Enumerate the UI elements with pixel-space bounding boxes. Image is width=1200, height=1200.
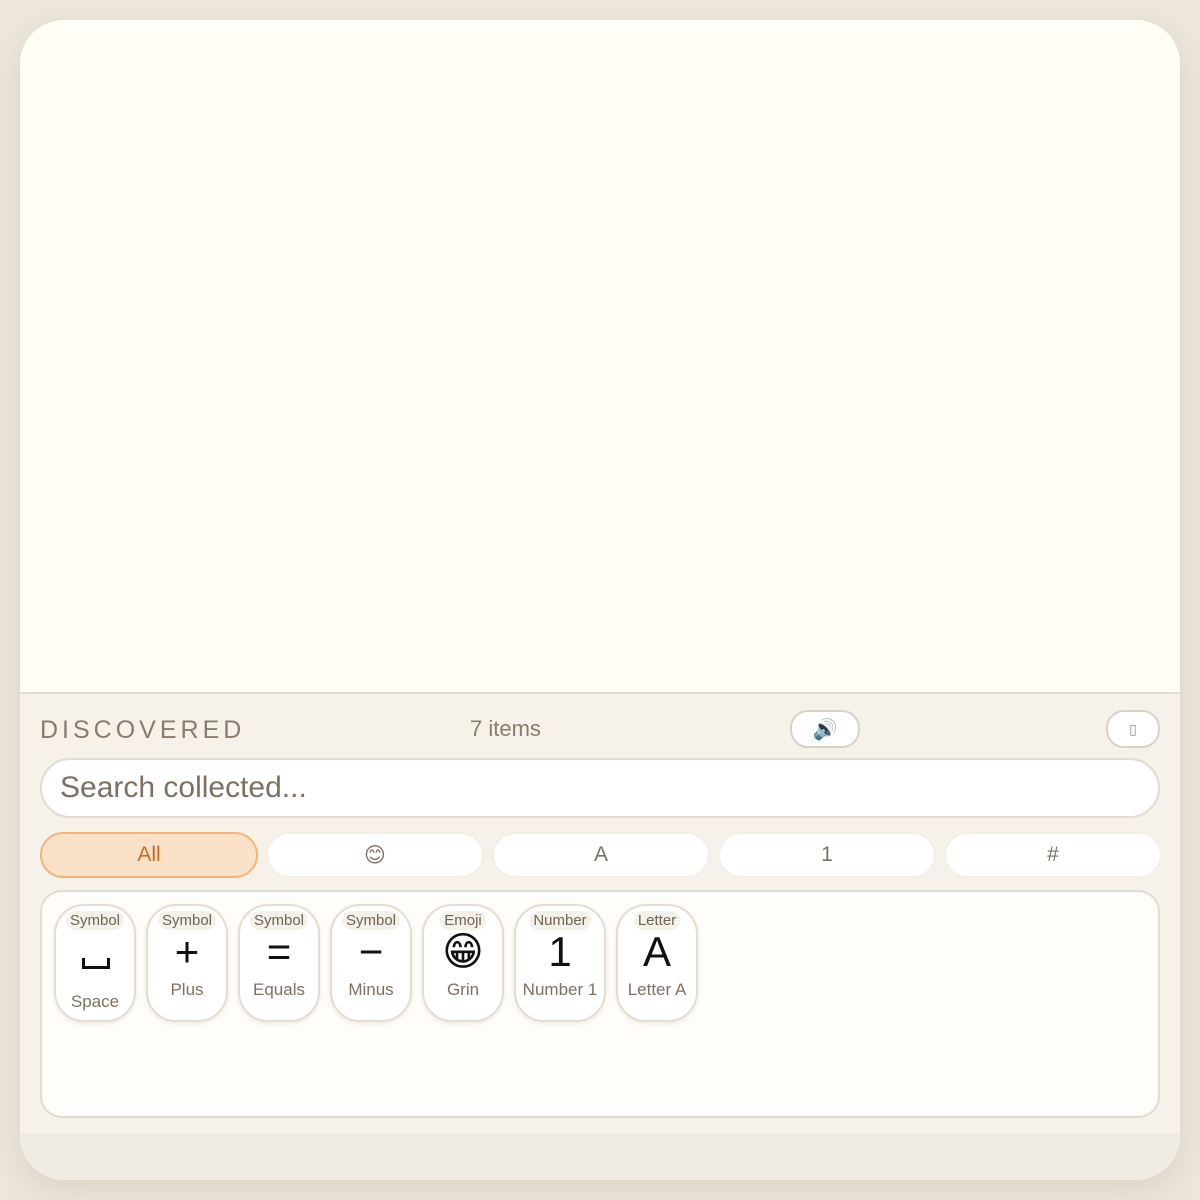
panel-title: DISCOVERED — [40, 716, 246, 744]
space-glyph-icon — [82, 958, 110, 969]
tile-glyph: 1 — [548, 928, 572, 975]
item-tile-grin[interactable]: Emoji 😁 Grin — [422, 904, 504, 1022]
filter-emoji[interactable]: 😊 — [266, 832, 484, 878]
panel-header: DISCOVERED 7 items 🔊 ▯ — [40, 708, 1160, 752]
collapse-button[interactable]: ▯ — [1106, 710, 1160, 748]
box-icon: ▯ — [1129, 720, 1137, 737]
item-tile-space[interactable]: Symbol Space — [54, 904, 136, 1022]
tile-name: Equals — [253, 980, 305, 999]
tile-glyph: A — [642, 928, 671, 975]
filter-label: 1 — [821, 843, 833, 866]
tile-name: Number 1 — [522, 980, 598, 999]
tile-category: Symbol — [65, 911, 125, 930]
filter-tabs: All 😊 A 1 # — [40, 832, 1162, 878]
item-tile-minus[interactable]: Symbol − Minus — [330, 904, 412, 1022]
item-tile-number-1[interactable]: Number 1 Number 1 — [514, 904, 606, 1022]
item-tile-letter-a[interactable]: Letter A Letter A — [616, 904, 698, 1022]
tile-name: Letter A — [627, 980, 687, 999]
search-input[interactable] — [40, 758, 1160, 818]
item-tile-equals[interactable]: Symbol = Equals — [238, 904, 320, 1022]
sound-toggle-button[interactable]: 🔊 — [790, 710, 860, 748]
filter-label: # — [1047, 843, 1059, 866]
tile-name: Plus — [170, 980, 204, 999]
filter-all[interactable]: All — [40, 832, 258, 878]
tile-name: Minus — [348, 980, 394, 999]
filter-symbols[interactable]: # — [944, 832, 1162, 878]
collection-grid: Symbol Space Symbol + Plus Symbol = Equa… — [40, 890, 1160, 1118]
tile-glyph: = — [266, 928, 292, 975]
grin-emoji-icon: 😁 — [442, 930, 484, 974]
footer-strip — [20, 1134, 1180, 1180]
speaker-icon: 🔊 — [812, 718, 838, 741]
tile-name: Grin — [446, 980, 480, 999]
app-window: DISCOVERED 7 items 🔊 ▯ All 😊 A 1 — [20, 20, 1180, 1180]
filter-label: A — [593, 843, 608, 866]
filter-letters[interactable]: A — [492, 832, 710, 878]
play-canvas[interactable] — [20, 20, 1180, 692]
item-count: 7 items — [470, 716, 541, 741]
item-tile-plus[interactable]: Symbol + Plus — [146, 904, 228, 1022]
tile-glyph: + — [174, 928, 200, 975]
filter-label: All — [137, 843, 161, 866]
tile-glyph: − — [358, 928, 384, 975]
smiley-icon: 😊 — [364, 843, 386, 867]
discovered-panel: DISCOVERED 7 items 🔊 ▯ All 😊 A 1 — [20, 692, 1180, 1180]
tile-name: Space — [70, 992, 120, 1011]
filter-numbers[interactable]: 1 — [718, 832, 936, 878]
